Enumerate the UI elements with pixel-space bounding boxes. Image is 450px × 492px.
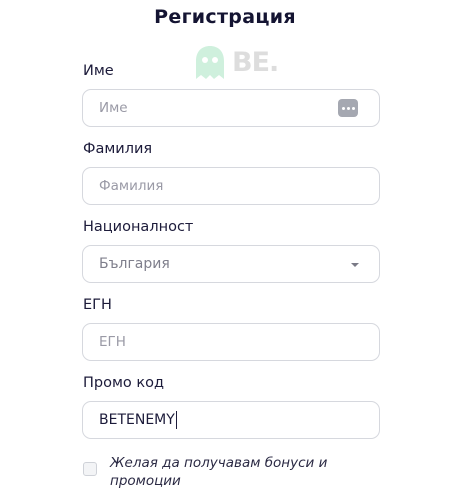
nationality-selected-value: България	[99, 256, 170, 272]
last-name-label: Фамилия	[83, 141, 153, 157]
page-title: Регистрация	[154, 6, 296, 28]
chevron-down-icon	[351, 263, 359, 267]
nationality-select[interactable]: България	[82, 245, 380, 283]
promo-code-value: BETENEMY	[99, 412, 175, 428]
egn-label: ЕГН	[83, 297, 112, 313]
watermark-text: BE.	[232, 47, 279, 78]
autofill-icon[interactable]	[338, 99, 358, 117]
last-name-field[interactable]: Фамилия	[82, 167, 380, 205]
text-caret	[175, 411, 177, 429]
brand-watermark: BE.	[194, 45, 284, 85]
first-name-field[interactable]: Име	[82, 89, 380, 127]
bonus-opt-in-checkbox[interactable]	[83, 462, 97, 476]
egn-field[interactable]: ЕГН	[82, 323, 380, 361]
nationality-label: Националност	[83, 219, 194, 235]
ghost-logo-icon	[196, 46, 224, 79]
first-name-placeholder: Име	[99, 100, 128, 116]
promo-code-label: Промо код	[83, 375, 165, 391]
bonus-opt-in-label[interactable]: Желая да получавам бонуси и промоции	[110, 454, 350, 490]
promo-code-field[interactable]: BETENEMY	[82, 401, 380, 439]
last-name-placeholder: Фамилия	[99, 178, 164, 194]
first-name-label: Име	[83, 63, 114, 79]
egn-placeholder: ЕГН	[99, 334, 126, 350]
